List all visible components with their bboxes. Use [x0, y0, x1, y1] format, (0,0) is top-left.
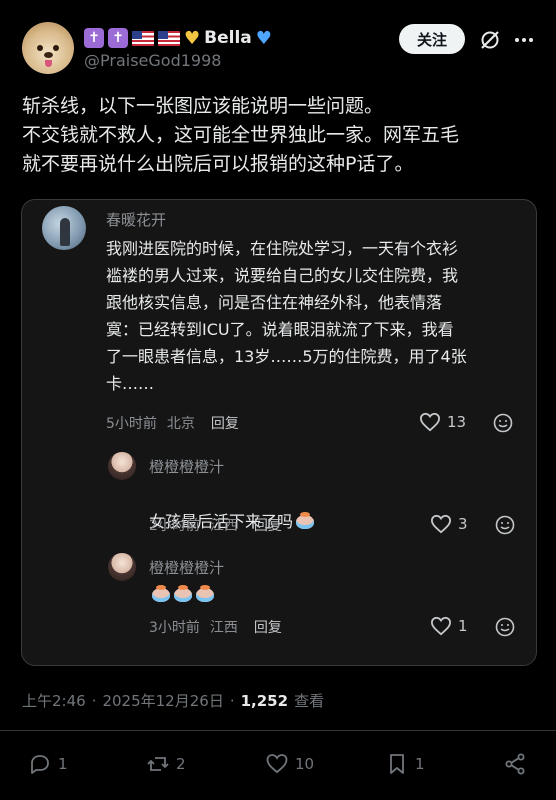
comment-author: 橙橙橙橙汁	[149, 559, 225, 577]
tweet-timestamp-row: 上午2:46 · 2025年12月26日 · 1,252 查看	[22, 690, 324, 711]
user-handle[interactable]: @PraiseGod1998	[84, 51, 221, 70]
smile-icon	[493, 413, 513, 433]
reply-button[interactable]: 1	[28, 752, 68, 776]
more-options-icon[interactable]	[512, 28, 536, 52]
views-count: 1,252	[240, 691, 289, 710]
crying-emoji-icon	[195, 585, 215, 603]
comment-reply-label: 回复	[210, 416, 239, 432]
like-button[interactable]: 10	[265, 752, 314, 776]
comment-location: 江西	[209, 620, 238, 636]
comment-time: 2小时前	[149, 518, 200, 534]
retweet-button[interactable]: 2	[146, 752, 186, 776]
comment-location: 江西	[209, 518, 238, 534]
heart-outline-icon	[419, 412, 441, 432]
heart-icon	[266, 754, 288, 774]
us-flag-icon	[132, 30, 154, 46]
views-label: 查看	[294, 692, 325, 710]
yellow-heart-icon: ♥	[184, 27, 201, 49]
commenter-avatar	[42, 206, 86, 250]
crying-emoji-icon	[173, 585, 193, 603]
comment-meta: 5小时前 北京 回复	[106, 413, 239, 433]
comment-like-count: 13	[447, 413, 467, 431]
cross-badge-icon: ✝	[108, 28, 128, 48]
crying-emoji-icon	[151, 585, 171, 603]
profile-avatar[interactable]	[22, 22, 74, 74]
comment-time: 5小时前	[106, 416, 157, 432]
share-button[interactable]	[503, 752, 527, 776]
bookmark-icon	[390, 754, 404, 774]
retweet-count: 2	[176, 755, 186, 773]
reply-icon	[31, 755, 49, 774]
like-count: 10	[295, 755, 315, 773]
comment-like-count: 1	[458, 617, 468, 635]
share-icon	[505, 753, 525, 775]
comment-meta: 2小时前 江西 回复	[149, 515, 282, 535]
tweet-text: 斩杀线，以下一张图应该能说明一些问题。 不交钱就不救人，这可能全世界独此一家。网…	[22, 95, 460, 175]
separator: ·	[229, 691, 235, 710]
display-name: Bella	[204, 28, 252, 48]
reply-count: 1	[58, 755, 68, 773]
heart-outline-icon	[430, 514, 452, 534]
crying-emoji-icon	[295, 512, 315, 530]
commenter-avatar	[108, 452, 136, 480]
comment-reply-label: 回复	[253, 518, 282, 534]
display-name-row[interactable]: ✝ ✝ ♥ Bella ♥	[84, 25, 272, 51]
comment-text: 我刚进医院的时候，在住院处学习，一天有个衣衫 褴褛的男人过来，说要给自己的女儿交…	[106, 239, 467, 393]
retweet-icon	[147, 757, 169, 771]
bookmark-button[interactable]: 1	[385, 752, 425, 776]
us-flag-icon	[158, 30, 180, 46]
comment-author: 橙橙橙橙汁	[149, 458, 225, 476]
comment-location: 北京	[166, 416, 195, 432]
smile-icon	[495, 617, 515, 637]
comment-reply-label: 回复	[253, 620, 282, 636]
grok-icon[interactable]	[478, 28, 502, 52]
blue-heart-icon: ♥	[255, 27, 272, 49]
bookmark-count: 1	[415, 755, 425, 773]
tweet-date[interactable]: 2025年12月26日	[102, 690, 223, 711]
comment-author: 春暖花开	[106, 211, 167, 229]
divider	[0, 730, 556, 731]
heart-outline-icon	[430, 616, 452, 636]
comment-meta: 3小时前 江西 回复	[149, 617, 282, 637]
commenter-avatar	[108, 553, 136, 581]
comment-emoji-row	[149, 585, 215, 604]
comment-like: 3	[430, 514, 468, 534]
separator: ·	[91, 691, 97, 710]
tweet-time[interactable]: 上午2:46	[22, 690, 86, 711]
smile-icon	[495, 515, 515, 535]
comment-time: 3小时前	[149, 620, 200, 636]
cross-badge-icon: ✝	[84, 28, 104, 48]
comment-like-count: 3	[458, 515, 468, 533]
follow-button[interactable]: 关注	[399, 24, 465, 54]
comment-like: 1	[430, 616, 468, 636]
comment-like: 13	[419, 412, 466, 432]
